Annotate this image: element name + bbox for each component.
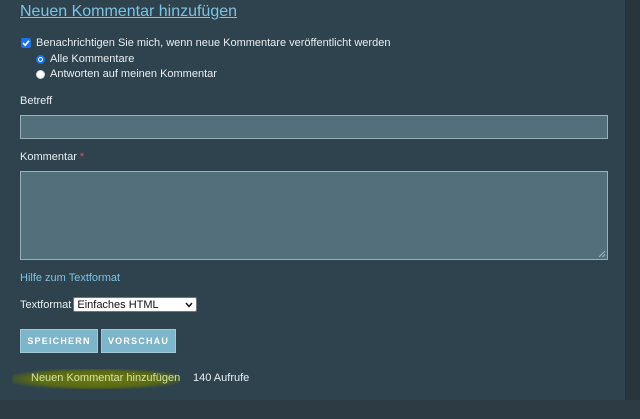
text-format-select[interactable]: Einfaches HTML bbox=[73, 297, 198, 312]
radio-option-all[interactable]: Alle Kommentare bbox=[36, 53, 134, 65]
radio-all-comments[interactable] bbox=[36, 54, 45, 64]
radio-replies-label: Antworten auf meinen Kommentar bbox=[50, 68, 217, 80]
text-format-label: Textformat bbox=[20, 298, 72, 311]
form-title-link[interactable]: Neuen Kommentar hinzufügen bbox=[20, 3, 237, 21]
notify-checkbox[interactable] bbox=[21, 38, 31, 48]
comment-label: Kommentar bbox=[20, 151, 77, 163]
text-format-row: Textformat Einfaches HTML bbox=[20, 297, 198, 312]
resize-grip-icon[interactable] bbox=[599, 251, 605, 257]
required-marker: * bbox=[79, 151, 85, 163]
scrollbar-track[interactable] bbox=[625, 0, 640, 400]
checkmark-icon bbox=[22, 40, 30, 47]
notify-checkbox-label: Benachrichtigen Sie mich, wenn neue Komm… bbox=[36, 37, 391, 49]
text-format-help-link[interactable]: Hilfe zum Textformat bbox=[20, 272, 120, 284]
chevron-down-icon bbox=[185, 302, 193, 308]
comment-label-row: Kommentar * bbox=[20, 151, 84, 163]
radio-all-comments-label: Alle Kommentare bbox=[50, 53, 135, 65]
preview-button[interactable]: VORSCHAU bbox=[101, 329, 176, 353]
page-bottom-band bbox=[0, 400, 640, 419]
radio-option-replies[interactable]: Antworten auf meinen Kommentar bbox=[36, 68, 217, 80]
radio-replies[interactable] bbox=[36, 69, 45, 79]
subject-input[interactable] bbox=[20, 115, 608, 139]
view-count: 140 Aufrufe bbox=[193, 372, 250, 384]
notify-checkbox-row[interactable]: Benachrichtigen Sie mich, wenn neue Komm… bbox=[21, 37, 390, 49]
text-format-selected-value: Einfaches HTML bbox=[77, 298, 159, 311]
subject-label: Betreff bbox=[20, 95, 53, 107]
comment-textarea[interactable] bbox=[20, 171, 608, 260]
save-button[interactable]: SPEICHERN bbox=[20, 329, 98, 353]
footer-add-comment-link[interactable]: Neuen Kommentar hinzufügen bbox=[31, 372, 180, 384]
